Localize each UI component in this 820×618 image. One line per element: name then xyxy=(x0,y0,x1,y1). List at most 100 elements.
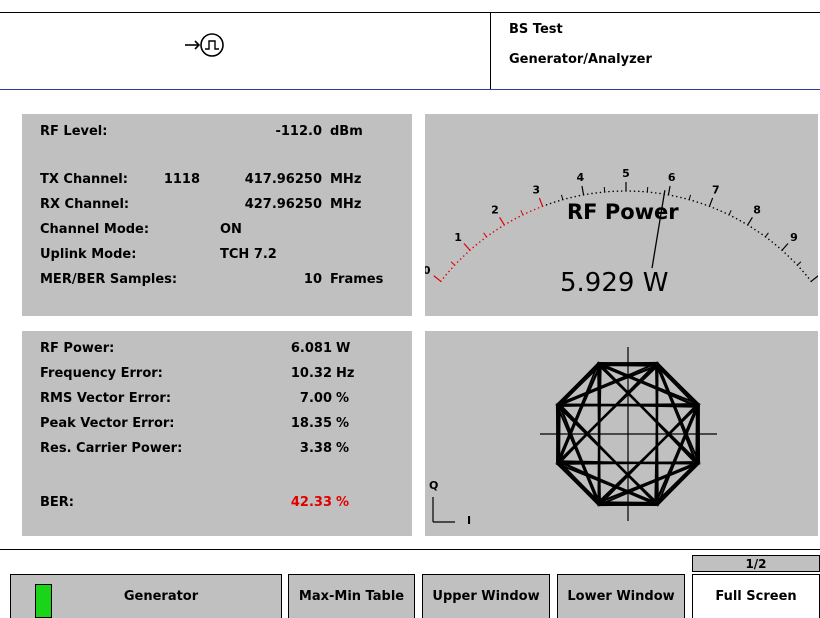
meter-arc-dot xyxy=(445,273,447,276)
meter-minor-tick xyxy=(560,194,564,200)
meter-arc-dot xyxy=(510,219,513,222)
rms-vector-error-unit: % xyxy=(336,391,350,406)
meter-arc-dot xyxy=(633,190,636,192)
meter-arc-dot xyxy=(787,255,790,257)
softkey-divider xyxy=(0,549,820,550)
meter-tick xyxy=(781,243,789,251)
results-panel[interactable]: RF Power: 6.081 W Frequency Error: 10.32… xyxy=(22,331,412,536)
rms-vector-error-value: 7.00 xyxy=(299,391,332,406)
meter-arc-dot xyxy=(637,190,640,193)
q-axis-label: Q xyxy=(429,479,439,492)
meter-arc-dot xyxy=(671,194,674,197)
res-carrier-power-value: 3.38 xyxy=(299,441,332,456)
meter-arc-dot xyxy=(478,241,481,243)
meter-tick xyxy=(499,216,505,226)
meter-arc-dot xyxy=(771,241,774,243)
meter-arc-dot xyxy=(492,231,495,233)
tx-channel-unit: MHz xyxy=(330,172,362,187)
meter-arc-dot xyxy=(720,210,723,212)
samples-label: MER/BER Samples: xyxy=(40,272,178,287)
rf-power-label: RF Power: xyxy=(40,341,115,356)
meter-scale-label: 2 xyxy=(491,204,499,217)
meter-arc-dot xyxy=(732,215,734,218)
meter-scale-label: 3 xyxy=(532,183,540,196)
ber-unit: % xyxy=(336,495,350,510)
meter-arc-dot xyxy=(529,210,532,212)
uplink-mode-label: Uplink Mode: xyxy=(40,247,137,262)
meter-arc-dot xyxy=(507,222,509,224)
page-indicator: 1/2 xyxy=(692,555,820,572)
meter-arc-dot xyxy=(533,208,536,211)
meter-scale-label: 0 xyxy=(425,264,431,277)
meter-arc-dot xyxy=(774,243,777,246)
settings-panel[interactable]: RF Level: -112.0 dBm TX Channel: 1118 41… xyxy=(22,114,412,316)
meter-arc-dot xyxy=(456,261,459,263)
i-axis-label: I xyxy=(467,514,472,527)
meter-scale-label: 6 xyxy=(668,171,676,184)
tx-channel-number: 1118 xyxy=(163,172,200,187)
meter-arc-dot xyxy=(472,246,474,249)
meter-tick xyxy=(538,197,544,207)
meter-arc-dot xyxy=(692,200,695,202)
rf-power-value: 6.081 xyxy=(290,341,332,356)
meter-arc-dot xyxy=(574,195,577,198)
meter-arc-dot xyxy=(659,192,661,195)
meter-arc-dot xyxy=(704,204,707,206)
rms-vector-error-label: RMS Vector Error: xyxy=(40,391,172,406)
tx-channel-frequency: 417.96250 xyxy=(244,172,322,187)
rx-channel-unit: MHz xyxy=(330,197,362,212)
meter-title: RF Power xyxy=(567,200,679,224)
meter-arc-dot xyxy=(696,201,699,203)
meter-arc-dot xyxy=(496,228,498,231)
meter-arc-dot xyxy=(526,212,528,214)
meter-arc-dot xyxy=(700,202,703,205)
meter-minor-tick xyxy=(796,261,802,266)
meter-arc-dot xyxy=(545,204,548,206)
lower-window-button[interactable]: Lower Window xyxy=(557,574,685,618)
meter-arc-dot xyxy=(650,191,653,194)
meter-arc-dot xyxy=(608,190,610,193)
res-carrier-power-label: Res. Carrier Power: xyxy=(40,441,183,456)
signal-generator-icon xyxy=(185,33,224,57)
constellation-panel[interactable]: Q I xyxy=(425,331,818,536)
meter-arc-dot xyxy=(549,202,552,205)
meter-arc-dot xyxy=(790,258,793,260)
meter-arc-dot xyxy=(680,196,682,199)
meter-arc-dot xyxy=(475,243,478,246)
peak-vector-error-unit: % xyxy=(336,416,350,431)
meter-arc-dot xyxy=(799,267,801,270)
tx-channel-label: TX Channel: xyxy=(40,172,128,187)
rx-channel-frequency: 427.96250 xyxy=(244,197,322,212)
full-screen-button[interactable]: Full Screen xyxy=(692,574,820,618)
meter-arc-dot xyxy=(743,222,745,224)
samples-unit: Frames xyxy=(330,272,384,287)
meter-arc-dot xyxy=(807,277,810,279)
meter-scale-label: 7 xyxy=(712,183,720,196)
meter-arc-dot xyxy=(716,208,719,211)
max-min-table-button-label: Max-Min Table xyxy=(298,589,405,604)
upper-window-button-label: Upper Window xyxy=(432,589,540,604)
meter-scale-label: 4 xyxy=(577,171,585,184)
channel-mode-value: ON xyxy=(220,222,242,237)
meter-tick xyxy=(708,197,714,207)
meter-tick xyxy=(747,216,753,226)
meter-arc-dot xyxy=(784,252,786,254)
meter-arc-dot xyxy=(616,190,619,192)
meter-arc-dot xyxy=(629,190,632,192)
meter-scale-label: 9 xyxy=(790,231,798,244)
meter-reading: 5.929 W xyxy=(560,268,669,298)
ber-value: 42.33 xyxy=(290,495,332,510)
meter-arc-dot xyxy=(778,246,780,249)
meter-minor-tick xyxy=(483,232,487,238)
upper-window-button[interactable]: Upper Window xyxy=(422,574,550,618)
meter-tick xyxy=(463,243,471,251)
meter-minor-tick xyxy=(765,232,769,238)
page-title: BS Test xyxy=(509,22,563,37)
rf-power-unit: W xyxy=(336,341,351,356)
page-subtitle: Generator/Analyzer xyxy=(509,52,652,67)
generator-status-led xyxy=(35,584,52,618)
max-min-table-button[interactable]: Max-Min Table xyxy=(288,574,415,618)
header-left xyxy=(0,12,491,90)
meter-arc-dot xyxy=(684,197,686,200)
meter-arc-dot xyxy=(675,195,678,198)
